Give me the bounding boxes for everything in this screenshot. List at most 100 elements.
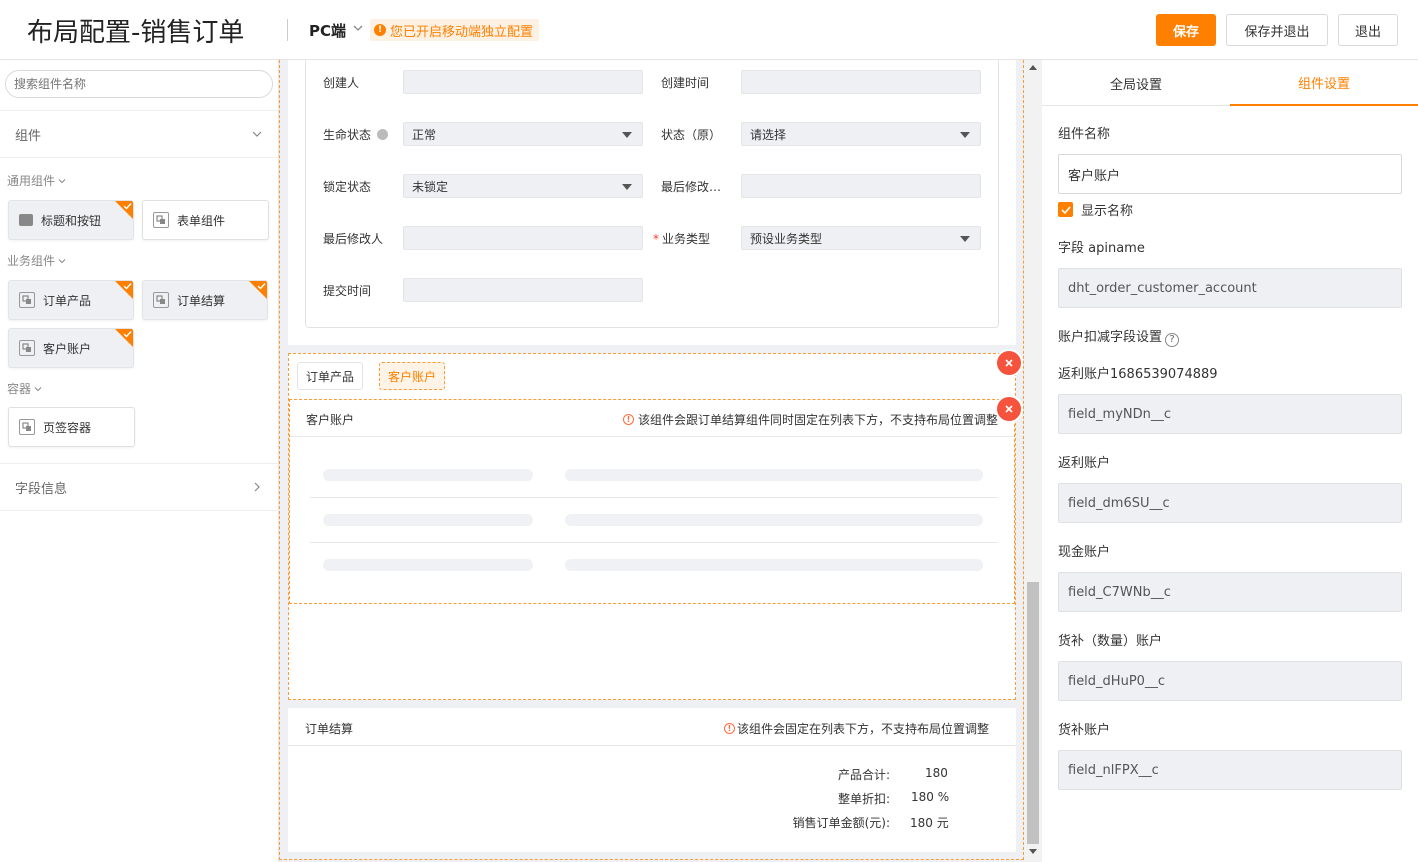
canvas-scrollbar[interactable] xyxy=(1024,60,1042,860)
component-customer-account[interactable]: 客户账户 xyxy=(8,328,134,368)
deduct-settings-label: 账户扣减字段设置? xyxy=(1058,326,1180,347)
components-section-header[interactable]: 组件 xyxy=(0,110,279,158)
skeleton-bar xyxy=(323,559,533,571)
summary-label-product-total: 产品合计: xyxy=(837,768,890,782)
title-bar-icon xyxy=(19,214,33,226)
status-orig-value: 请选择 xyxy=(750,127,787,142)
check-icon xyxy=(257,283,266,290)
remove-tab-container-button[interactable] xyxy=(995,349,1023,377)
group-container-label: 容器 xyxy=(7,382,32,396)
warning-text: 该组件会跟订单结算组件同时固定在列表下方，不支持布局位置调整 xyxy=(638,413,999,427)
scroll-down-icon[interactable] xyxy=(1029,849,1037,854)
summary-label-order-amount: 销售订单金额(元): xyxy=(792,816,890,830)
scroll-up-icon[interactable] xyxy=(1029,65,1037,70)
tab-component-settings[interactable]: 组件设置 xyxy=(1230,60,1418,106)
field-last-modifier[interactable] xyxy=(403,226,643,250)
component-title-button[interactable]: 标题和按钮 xyxy=(8,200,134,240)
customer-account-warning: ! 该组件会跟订单结算组件同时固定在列表下方，不支持布局位置调整 xyxy=(623,411,998,428)
group-container[interactable]: 容器 xyxy=(7,380,43,397)
tab-customer-account[interactable]: 客户账户 xyxy=(379,362,445,390)
customer-account-header: 客户账户 ! 该组件会跟订单结算组件同时固定在列表下方，不支持布局位置调整 xyxy=(290,400,1014,437)
account-field-label: 现金账户 xyxy=(1058,545,1111,560)
platform-selector[interactable]: PC端 xyxy=(309,20,346,41)
components-section-title: 组件 xyxy=(15,128,42,144)
account-field-input[interactable]: field_C7WNb__c xyxy=(1058,572,1402,612)
form-component-icon xyxy=(153,212,169,228)
close-icon xyxy=(1005,359,1013,367)
component-icon xyxy=(19,340,35,356)
customer-account-component[interactable]: 客户账户 ! 该组件会跟订单结算组件同时固定在列表下方，不支持布局位置调整 xyxy=(289,399,1015,604)
dropdown-arrow-icon xyxy=(960,236,970,242)
scrollbar-thumb[interactable] xyxy=(1027,582,1039,844)
field-label-biz-type: * 业务类型 xyxy=(653,230,710,247)
settings-tabs: 全局设置 组件设置 xyxy=(1042,60,1418,106)
account-field-label: 货补（数量）账户 xyxy=(1058,634,1163,649)
field-label-submit-time: 提交时间 xyxy=(323,284,372,298)
component-icon xyxy=(19,419,35,435)
field-info-title: 字段信息 xyxy=(15,481,68,497)
help-icon[interactable] xyxy=(377,129,389,140)
component-label: 订单结算 xyxy=(177,293,226,308)
account-field-label: 返利账户 xyxy=(1058,456,1111,471)
lock-status-value: 未锁定 xyxy=(412,179,449,194)
field-label-lock-status: 锁定状态 xyxy=(323,180,372,194)
field-label-creator: 创建人 xyxy=(323,76,360,90)
skeleton-bar xyxy=(565,514,983,526)
account-field-input[interactable]: field_nlFPX__c xyxy=(1058,750,1402,790)
apiname-input[interactable]: dht_order_customer_account xyxy=(1058,268,1402,308)
field-last-modified[interactable] xyxy=(741,174,981,198)
field-lock-status[interactable]: 未锁定 xyxy=(403,174,643,198)
field-create-time[interactable] xyxy=(741,70,981,94)
form-fields-area: 创建人 创建时间 生命状态 正常 状态（原） 请选择 锁定状态 未锁定 最后修改… xyxy=(305,60,999,328)
account-field-input[interactable]: field_dm6SU__c xyxy=(1058,483,1402,523)
warning-icon: ! xyxy=(623,414,634,425)
check-icon xyxy=(123,331,132,338)
component-name-label: 组件名称 xyxy=(1058,127,1111,142)
summary-value-discount: 180 % xyxy=(911,790,950,804)
group-business[interactable]: 业务组件 xyxy=(7,252,67,269)
field-submit-time[interactable] xyxy=(403,278,643,302)
field-info-section-header[interactable]: 字段信息 xyxy=(0,463,279,511)
required-marker: * xyxy=(653,232,659,246)
remove-customer-account-button[interactable] xyxy=(995,395,1023,423)
chevron-down-icon xyxy=(34,386,42,391)
dropdown-arrow-icon xyxy=(622,132,632,138)
row-separator xyxy=(310,497,998,498)
account-field-input[interactable]: field_myNDn__c xyxy=(1058,394,1402,434)
help-icon[interactable]: ? xyxy=(1165,332,1180,347)
component-search-input[interactable] xyxy=(5,70,273,98)
component-label: 页签容器 xyxy=(43,420,92,435)
account-field-label: 返利账户1686539074889 xyxy=(1058,367,1218,382)
summary-value-order-amount: 180 元 xyxy=(910,816,949,830)
order-settle-component[interactable]: 订单结算 ! 该组件会固定在列表下方，不支持布局位置调整 产品合计: 180 整单… xyxy=(288,708,1016,852)
component-form[interactable]: 表单组件 xyxy=(142,200,269,240)
component-order-settle[interactable]: 订单结算 xyxy=(142,280,268,320)
chevron-down-icon[interactable] xyxy=(352,22,364,34)
dropdown-arrow-icon xyxy=(960,132,970,138)
show-name-checkbox[interactable]: 显示名称 xyxy=(1058,200,1133,219)
account-field-input[interactable]: field_dHuP0__c xyxy=(1058,661,1402,701)
component-name-input[interactable]: 客户账户 xyxy=(1058,154,1402,194)
field-status-orig[interactable]: 请选择 xyxy=(741,122,981,146)
group-business-label: 业务组件 xyxy=(7,254,56,268)
save-button[interactable]: 保存 xyxy=(1156,14,1216,46)
component-label: 订单产品 xyxy=(43,293,92,308)
component-order-product[interactable]: 订单产品 xyxy=(8,280,134,320)
field-creator[interactable] xyxy=(403,70,643,94)
show-name-label: 显示名称 xyxy=(1081,204,1134,219)
dropdown-arrow-icon xyxy=(622,184,632,190)
save-and-exit-button[interactable]: 保存并退出 xyxy=(1226,14,1328,46)
exit-button[interactable]: 退出 xyxy=(1338,14,1398,46)
group-general-label: 通用组件 xyxy=(7,174,56,188)
skeleton-bar xyxy=(565,469,983,481)
component-tab-container[interactable]: 页签容器 xyxy=(8,407,135,447)
field-life-status[interactable]: 正常 xyxy=(403,122,643,146)
group-general[interactable]: 通用组件 xyxy=(7,172,67,189)
tab-order-product[interactable]: 订单产品 xyxy=(297,362,363,390)
field-biz-type[interactable]: 预设业务类型 xyxy=(741,226,981,250)
check-icon xyxy=(123,203,132,210)
form-component-card[interactable]: 创建人 创建时间 生命状态 正常 状态（原） 请选择 锁定状态 未锁定 最后修改… xyxy=(288,60,1016,345)
checkbox-checked-icon xyxy=(1058,202,1073,217)
tab-global-settings[interactable]: 全局设置 xyxy=(1042,60,1230,106)
tab-container-component[interactable]: 订单产品 客户账户 客户账户 ! 该组件会跟订单结算组件同时固定在列表下方，不支持… xyxy=(288,353,1016,700)
